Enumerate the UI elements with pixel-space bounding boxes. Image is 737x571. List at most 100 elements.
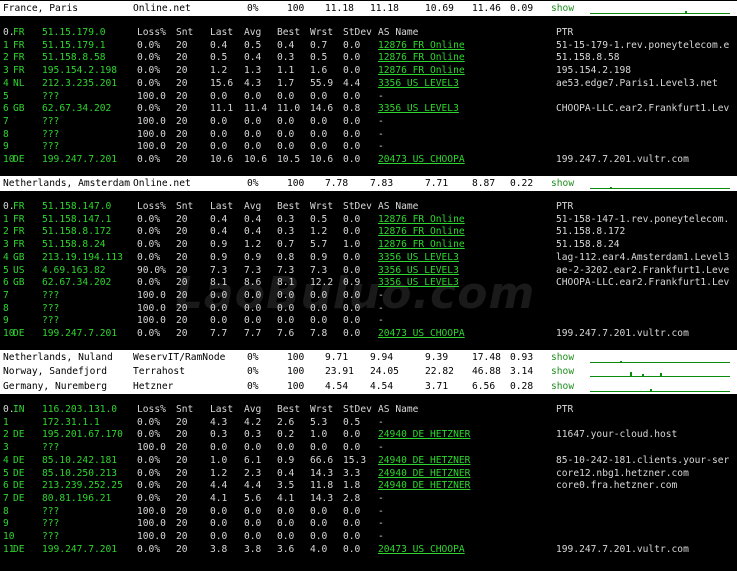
as-link[interactable]: 3356 US LEVEL3 [378,102,459,115]
as-link[interactable]: 12876 FR Online [378,238,465,251]
worst-ms: 0.7 [310,39,328,51]
as-link[interactable]: 12876 FR Online [378,39,465,52]
as-link[interactable]: 24940 DE HETZNER [378,454,470,467]
worst-ms: 0.0 [310,115,328,127]
show-link[interactable]: show [551,176,574,191]
last-value: 9.71 [325,352,349,363]
stdev-ms: 0.0 [343,315,361,327]
sent-count: 20 [176,505,188,517]
loss-percent: 0.0% [137,226,161,238]
hop-number: 10 [3,531,15,542]
avg-ms: 0.0 [244,302,262,314]
hop-number: 3 [3,442,9,454]
best-ms: 2.6 [277,416,295,428]
loss-value: 0% [247,3,259,14]
section-gap [0,393,737,402]
hop-row: 4 NL 212.3.235.201 0.0% 20 15.6 4.3 1.7 55.9 4.4 3… [0,77,737,90]
worst-ms: 0.0 [310,141,328,153]
country-code: DE [13,492,25,504]
hop-row: 6 GB 62.67.34.202 0.0% 20 8.1 8.6 8.1 12.2 0.9 335… [0,276,737,289]
last-ms: 4.3 [210,416,228,428]
show-link[interactable]: show [551,350,574,365]
as-link[interactable]: 20473 US CHOOPA [378,543,465,556]
sent-count: 20 [176,531,188,542]
provider-label: Hetzner [133,381,174,392]
sparkline-baseline [590,362,730,363]
host-address: 51.15.179.1 [42,39,106,51]
sent-count: 20 [176,251,188,263]
as-link[interactable]: 20473 US CHOOPA [378,327,465,340]
host-address: ??? [42,289,60,301]
as-link[interactable]: 20473 US CHOOPA [378,153,465,166]
country-code: DE [13,480,25,492]
country-code: FR [13,239,25,251]
best-ms: 0.3 [277,226,295,238]
as-name: - [378,531,384,542]
worst-ms: 0.0 [310,442,328,454]
latency-sparkline [590,350,730,365]
loss-percent: 100.0 [137,289,166,301]
sent-count: 20 [176,115,188,127]
as-link[interactable]: 12876 FR Online [378,51,465,64]
sent-count: 20 [176,65,188,77]
hop-row: 5??? 100.0 20 0.0 0.0 0.0 0.0 0.0 - [0,90,737,103]
sent-count: 20 [176,77,188,89]
stdev-ms: 0.0 [343,115,361,127]
loss-percent: 100.0 [137,302,166,314]
stdev-ms: 0.0 [343,429,361,441]
last-ms: 0.5 [210,52,228,64]
as-link[interactable]: 24940 DE HETZNER [378,467,470,480]
ptr-record: core12.nbg1.hetzner.com [556,467,689,479]
sent-value: 100 [287,366,305,377]
worst-ms: 4.0 [310,543,328,555]
hop-number: 6 [3,277,9,289]
last-ms: 4.4 [210,480,228,492]
location-label: France, Paris [3,3,79,14]
host-address: ??? [42,315,60,327]
as-link[interactable]: 3356 US LEVEL3 [378,77,459,90]
stdev-ms: 0.0 [343,442,361,454]
stdev-value: 0.22 [510,178,534,189]
as-link[interactable]: 24940 DE HETZNER [378,428,470,441]
best-value: 22.82 [425,366,454,377]
last-value: 23.91 [325,366,354,377]
stdev-ms: 0.0 [343,289,361,301]
hop-row: 4 GB 213.19.194.113 0.0% 20 0.9 0.9 0.8 0.9 0.0 33… [0,251,737,264]
sent-count: 20 [176,52,188,64]
as-link[interactable]: 12876 FR Online [378,64,465,77]
hop-row: 8??? 100.0 20 0.0 0.0 0.0 0.0 0.0 - [0,128,737,141]
as-link[interactable]: 3356 US LEVEL3 [378,276,459,289]
as-link[interactable]: 3356 US LEVEL3 [378,264,459,277]
as-link[interactable]: 12876 FR Online [378,225,465,238]
sent-count: 20 [176,141,188,153]
as-link[interactable]: 12876 FR Online [378,213,465,226]
stdev-ms: 3.3 [343,467,361,479]
country-code: DE [13,328,25,339]
best-ms: 0.0 [277,141,295,153]
loss-percent: 0.0% [137,103,161,115]
traceroute-results-page: LaoBuluo.com France, Paris Online.net 0% 10… [0,0,737,571]
stdev-value: 3.14 [510,366,534,377]
sent-count: 20 [176,328,188,339]
as-name: - [378,315,384,327]
show-link[interactable]: show [551,1,574,16]
avg-ms: Avg [244,404,262,415]
host-address: ??? [42,302,60,314]
as-link[interactable]: 3356 US LEVEL3 [378,251,459,264]
country-code: GB [13,103,25,115]
last-ms: 0.9 [210,239,228,251]
avg-ms: 0.0 [244,289,262,301]
ptr-record: PTR [556,404,574,415]
loss-percent: 0.0% [137,154,161,165]
show-link[interactable]: show [551,364,574,379]
host-address: 195.154.2.198 [42,65,118,77]
host-address: 4.69.163.82 [42,264,106,276]
worst-ms: 14.6 [310,103,334,115]
show-link[interactable]: show [551,379,574,394]
as-link[interactable]: 24940 DE HETZNER [378,479,470,492]
hop-number: 5 [3,264,9,276]
avg-ms: 2.3 [244,467,262,479]
hop-row: 1 FR 51.15.179.1 0.0% 20 0.4 0.5 0.4 0.7 0.0 12876… [0,39,737,52]
host-address: 213.19.194.113 [42,251,123,263]
as-name: AS Name [378,27,419,38]
